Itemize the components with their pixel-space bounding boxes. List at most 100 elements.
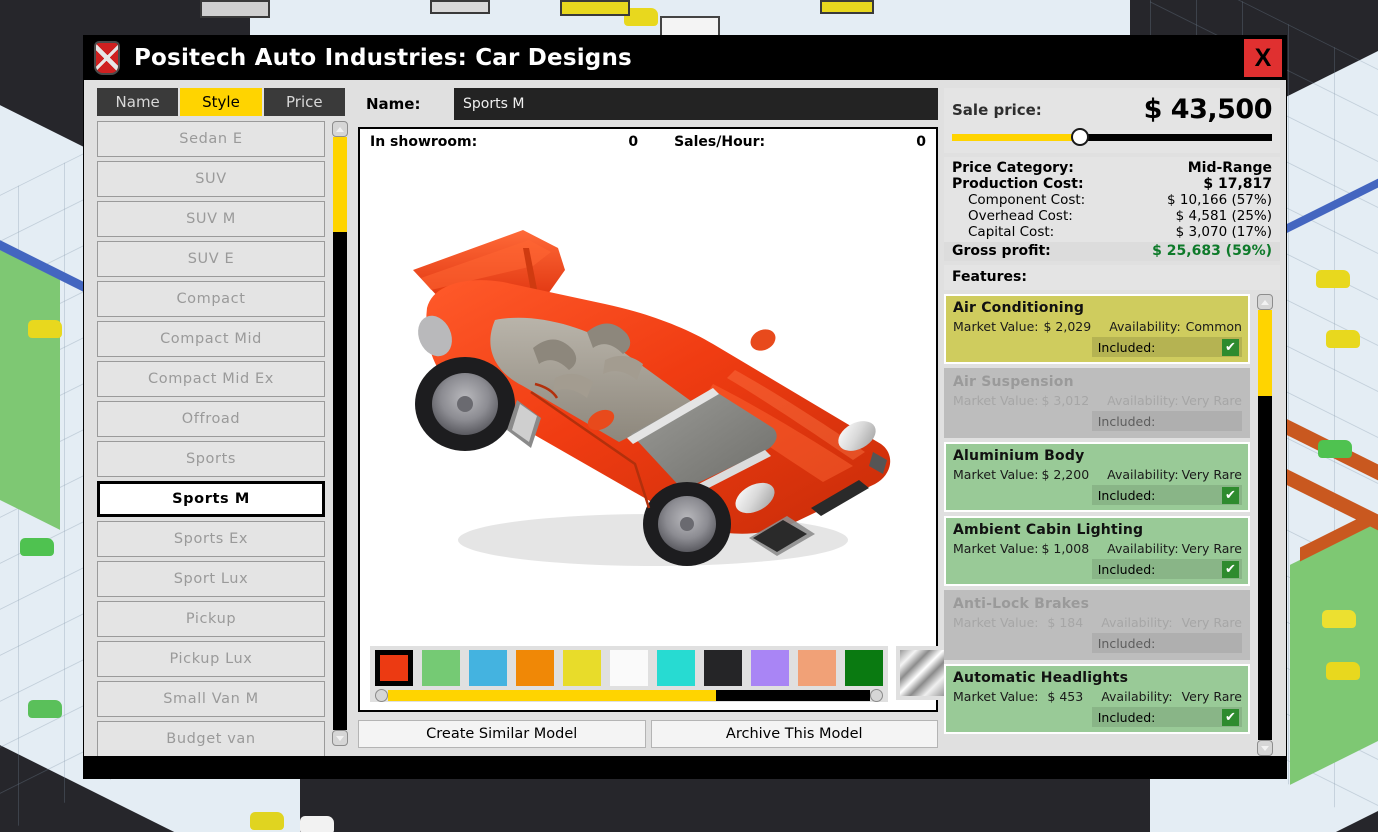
sort-tab-price[interactable]: Price (263, 88, 345, 116)
cost-row-value: $ 17,817 (1203, 176, 1272, 192)
scroll-up-icon[interactable] (332, 121, 348, 137)
included-label: Included: (1097, 339, 1156, 355)
archive-this-model-button[interactable]: Archive This Model (650, 720, 938, 748)
market-value-label: Market Value: (953, 615, 1039, 630)
color-swatch-yellow[interactable] (563, 650, 601, 686)
color-swatch-orange[interactable] (516, 650, 554, 686)
model-item[interactable]: SUV M (97, 201, 325, 237)
model-item[interactable]: SUV E (97, 241, 325, 277)
model-item[interactable]: Sport Lux (97, 561, 325, 597)
color-palette-row (360, 640, 948, 710)
feature-card[interactable]: Ambient Cabin Lighting Market Value: $ 1,0… (944, 516, 1250, 586)
cost-row-value: $ 4,581 (25%) (1175, 208, 1272, 224)
model-item[interactable]: Compact Mid Ex (97, 361, 325, 397)
palette-slider-fill (388, 690, 716, 701)
model-item[interactable]: Pickup (97, 601, 325, 637)
feature-included-toggle[interactable]: Included: ✔ (1091, 485, 1242, 505)
features-scroll-thumb[interactable] (1258, 310, 1272, 396)
cost-row-value: Mid-Range (1187, 160, 1272, 176)
feature-card[interactable]: Automatic Headlights Market Value: $ 453 Av… (944, 664, 1250, 734)
features-scroll-up-icon[interactable] (1257, 294, 1273, 310)
feature-name: Ambient Cabin Lighting (953, 522, 1144, 538)
feature-included-toggle[interactable]: Included: ✔ (1091, 337, 1242, 357)
color-swatches (375, 650, 883, 686)
model-name-input[interactable]: Sports M (454, 88, 938, 120)
model-item[interactable]: SUV (97, 161, 325, 197)
feature-name: Air Conditioning (953, 300, 1085, 316)
bg-crate-4 (820, 0, 874, 14)
color-swatch-white[interactable] (610, 650, 648, 686)
feature-card[interactable]: Air Suspension Market Value: $ 3,012 Availa… (944, 368, 1250, 438)
color-swatch-dark-green[interactable] (845, 650, 883, 686)
included-label: Included: (1097, 487, 1156, 503)
model-scroll-track[interactable] (333, 137, 347, 730)
car-preview (360, 155, 936, 640)
sort-tab-style[interactable]: Style (180, 88, 264, 116)
cost-row-label: Overhead Cost: (968, 208, 1073, 224)
model-item[interactable]: Pickup Lux (97, 641, 325, 677)
palette-slider[interactable] (375, 689, 883, 702)
model-item-selected[interactable]: Sports M (97, 481, 325, 517)
create-similar-model-button[interactable]: Create Similar Model (358, 720, 646, 748)
features-scroll-track[interactable] (1258, 310, 1272, 740)
color-swatch-black[interactable] (704, 650, 742, 686)
model-item[interactable]: Budget van (97, 721, 325, 757)
feature-card[interactable]: Air Conditioning Market Value: $ 2,029 Avai… (944, 294, 1250, 364)
feature-included-toggle[interactable]: Included: ✔ (1091, 707, 1242, 727)
close-icon[interactable]: X (1244, 39, 1282, 77)
model-item[interactable]: Small Van M (97, 681, 325, 717)
model-item[interactable]: Sedan E (97, 121, 325, 157)
color-swatch-blue[interactable] (469, 650, 507, 686)
features-scrollbar[interactable] (1256, 294, 1274, 756)
cost-rows: Price Category: Mid-Range Production Cost:… (952, 160, 1272, 240)
sale-price-track[interactable] (952, 133, 1272, 141)
model-item[interactable]: Compact (97, 281, 325, 317)
metallic-swatch[interactable] (900, 650, 944, 696)
bg-crate-2 (560, 0, 630, 16)
market-value-label: Market Value: (953, 689, 1039, 704)
sort-tabs: Name Style Price (97, 88, 345, 116)
palette-slider-left-knob[interactable] (375, 689, 388, 702)
color-swatch-cyan[interactable] (657, 650, 695, 686)
color-swatch-green[interactable] (422, 650, 460, 686)
bg-car-green-2 (28, 700, 62, 718)
feature-stats: Market Value: $ 1,008 Availability: Very Ra… (953, 541, 1242, 556)
color-swatch-red[interactable] (375, 650, 413, 686)
cost-row: Capital Cost: $ 3,070 (17%) (952, 224, 1272, 240)
availability-label: Availability: (1101, 615, 1173, 630)
color-swatch-salmon[interactable] (798, 650, 836, 686)
sale-price-slider[interactable] (952, 128, 1272, 146)
model-item[interactable]: Compact Mid (97, 321, 325, 357)
feature-included-toggle[interactable]: Included: (1091, 633, 1242, 653)
palette-slider-track[interactable] (388, 690, 870, 701)
window-title: Positech Auto Industries: Car Designs (134, 45, 632, 71)
scroll-down-icon[interactable] (332, 730, 348, 746)
market-value-value: $ 2,200 (1041, 467, 1090, 482)
model-item[interactable]: Sports Ex (97, 521, 325, 557)
model-scroll-thumb[interactable] (333, 137, 347, 232)
in-showroom-label: In showroom: (370, 134, 478, 150)
market-value-value: $ 453 (1047, 689, 1084, 704)
market-value-label: Market Value: (953, 393, 1039, 408)
feature-card[interactable]: Aluminium Body Market Value: $ 2,200 Availa… (944, 442, 1250, 512)
feature-card[interactable]: Anti-Lock Brakes Market Value: $ 184 Availa… (944, 590, 1250, 660)
model-item[interactable]: Sports (97, 441, 325, 477)
sort-tab-name[interactable]: Name (97, 88, 181, 116)
features-scroll-down-icon[interactable] (1257, 740, 1273, 756)
model-list-area: Sedan E SUV SUV M SUV E Compact Compact Mid Co… (97, 121, 352, 757)
pricing-panel: Sale price: $ 43,500 Price Category: Mid-… (944, 80, 1280, 756)
features-area: Air Conditioning Market Value: $ 2,029 Avai… (944, 294, 1280, 756)
included-label: Included: (1097, 561, 1156, 577)
palette-slider-right-knob[interactable] (870, 689, 883, 702)
feature-included-toggle[interactable]: Included: (1091, 411, 1242, 431)
model-list-scrollbar[interactable] (331, 121, 349, 746)
sale-price-knob[interactable] (1071, 128, 1089, 146)
cost-row: Component Cost: $ 10,166 (57%) (952, 192, 1272, 208)
color-swatch-purple[interactable] (751, 650, 789, 686)
feature-included-toggle[interactable]: Included: ✔ (1091, 559, 1242, 579)
window-footer (84, 756, 1286, 778)
model-list: Sedan E SUV SUV M SUV E Compact Compact Mid Co… (97, 121, 325, 757)
cost-row-label: Production Cost: (952, 176, 1084, 192)
check-icon: ✔ (1222, 560, 1239, 578)
model-item[interactable]: Offroad (97, 401, 325, 437)
